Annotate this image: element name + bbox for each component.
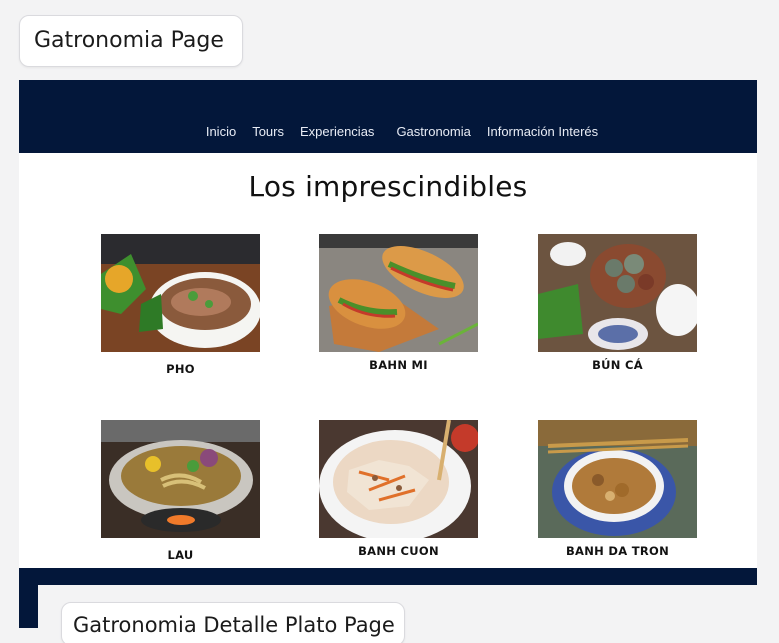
dish-card-bun-ca[interactable]: BÚN CÁ bbox=[538, 234, 697, 372]
banh-da-tron-image[interactable] bbox=[538, 420, 697, 538]
next-screen-edge bbox=[19, 568, 38, 628]
dish-card-bahn-mi[interactable]: BAHN MI bbox=[319, 234, 478, 372]
page-title: Los imprescindibles bbox=[248, 170, 528, 203]
nav-item-informacion[interactable]: Información Interés bbox=[479, 124, 606, 139]
nav-item-inicio[interactable]: Inicio bbox=[198, 124, 244, 139]
dish-name: BANH DA TRON bbox=[565, 544, 670, 558]
dish-card-pho[interactable]: PHO bbox=[101, 234, 260, 376]
nav-item-gastronomia[interactable]: Gastronomia bbox=[388, 124, 478, 139]
dish-name: BANH CUON bbox=[358, 544, 439, 558]
dish-name: LAU bbox=[167, 548, 194, 562]
lau-image[interactable] bbox=[101, 420, 260, 538]
dish-name: BÚN CÁ bbox=[592, 358, 643, 372]
dish-name: PHO bbox=[166, 362, 195, 376]
dish-card-banh-cuon[interactable]: BANH CUON bbox=[319, 420, 478, 558]
nav-item-tours[interactable]: Tours bbox=[244, 124, 292, 139]
bahn-mi-image[interactable] bbox=[319, 234, 478, 352]
screen-label-bottom: Gatronomia Detalle Plato Page bbox=[61, 602, 405, 643]
screen-label-top: Gatronomia Page bbox=[19, 15, 243, 67]
footer-bar bbox=[19, 568, 757, 585]
nav-item-experiencias[interactable]: Experiencias bbox=[292, 124, 382, 139]
dish-card-lau[interactable]: LAU bbox=[101, 420, 260, 562]
nav-links: Inicio Tours Experiencias Gastronomia In… bbox=[19, 124, 757, 139]
banh-cuon-image[interactable] bbox=[319, 420, 478, 538]
dish-name: BAHN MI bbox=[369, 358, 428, 372]
dish-card-banh-da-tron[interactable]: BANH DA TRON bbox=[538, 420, 697, 558]
bun-ca-image[interactable] bbox=[538, 234, 697, 352]
page-frame: Inicio Tours Experiencias Gastronomia In… bbox=[19, 80, 757, 585]
pho-image[interactable] bbox=[101, 234, 260, 352]
navbar: Inicio Tours Experiencias Gastronomia In… bbox=[19, 80, 757, 153]
